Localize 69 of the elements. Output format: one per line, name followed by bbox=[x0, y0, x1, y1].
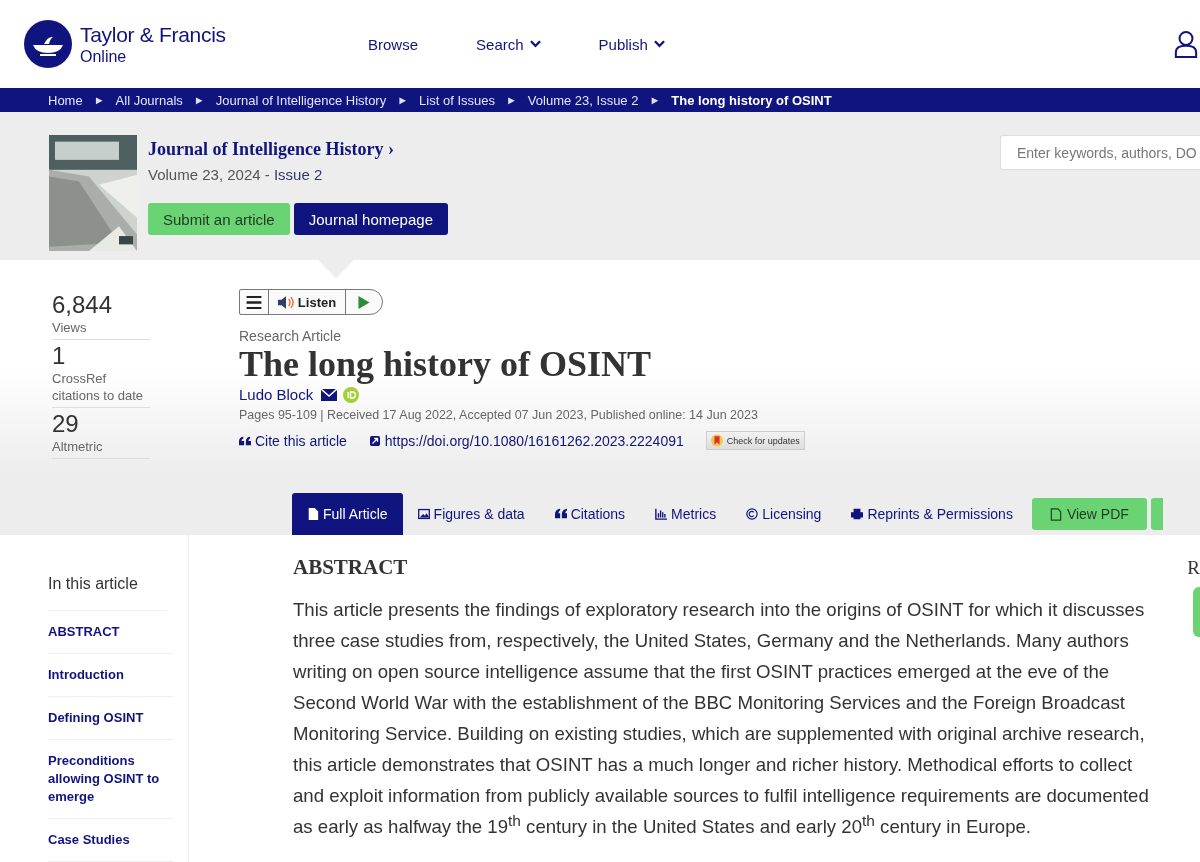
brand-subtitle[interactable]: Online bbox=[80, 48, 226, 65]
tab[interactable]: Licensing bbox=[731, 493, 837, 535]
toc-link[interactable]: Introduction bbox=[48, 654, 173, 697]
toc-link[interactable]: Preconditions allowing OSINT to emerge bbox=[48, 740, 173, 819]
side-heading: R bbox=[1187, 557, 1200, 579]
separator-icon: ► bbox=[193, 94, 205, 106]
brand-name[interactable]: Taylor & Francis bbox=[80, 23, 226, 45]
article-type: Research Article bbox=[239, 328, 342, 344]
breadcrumb-link[interactable]: Journal of Intelligence History bbox=[215, 92, 387, 108]
play-icon bbox=[358, 295, 370, 309]
menu-icon bbox=[246, 295, 262, 309]
author-link[interactable]: Ludo Block bbox=[239, 386, 314, 403]
speaker-icon bbox=[277, 295, 294, 309]
search-field[interactable]: Enter keywords, authors, DO bbox=[1000, 135, 1200, 170]
view-pdf-button[interactable]: View PDF bbox=[1031, 498, 1147, 530]
email-icon[interactable] bbox=[321, 388, 338, 401]
tab-icon bbox=[655, 508, 668, 520]
breadcrumb-link[interactable]: Volume 23, Issue 2 bbox=[527, 92, 639, 108]
tab-icon bbox=[554, 508, 567, 520]
nav-link[interactable]: Browse bbox=[368, 35, 419, 53]
external-link-icon bbox=[368, 435, 381, 446]
journal-button[interactable]: Submit an article bbox=[148, 203, 290, 235]
metric-value: 1 bbox=[52, 342, 67, 370]
separator-icon: ► bbox=[649, 94, 661, 106]
tab[interactable]: Reprints & Permissions bbox=[836, 493, 1028, 535]
check-updates-button[interactable]: Check for updates bbox=[705, 431, 805, 450]
tab[interactable]: Metrics bbox=[640, 493, 732, 535]
nav-link[interactable]: Search bbox=[476, 35, 541, 53]
article-title: The long history of OSINT bbox=[239, 344, 653, 384]
publication-info: Pages 95-109 | Received 17 Aug 2022, Accepted 07 Jun 2023, Published online: 14 Jun 2023 bbox=[239, 408, 759, 422]
tab-icon bbox=[851, 508, 864, 520]
separator-icon: ► bbox=[505, 94, 517, 106]
issue-info: Volume 23, 2024 - Issue 2 bbox=[148, 166, 324, 183]
tab-icon bbox=[417, 508, 430, 520]
bookmark-icon bbox=[710, 434, 723, 447]
metric-label: Views bbox=[52, 319, 88, 336]
doi-link[interactable]: https://doi.org/10.1080/16161262.2023.2224091 bbox=[368, 432, 684, 449]
breadcrumb-link[interactable]: Home bbox=[48, 92, 83, 108]
breadcrumb-link[interactable]: List of Issues bbox=[419, 92, 495, 108]
metric-label: Altmetric bbox=[52, 438, 104, 455]
abstract-text: This article presents the findings of exploratory research into the origins of OSINT for which it discusses three case studies from, respectively, the United States, Germany and the Netherlands. Many authors writing on open source intelligence assume that the first OSINT practices emerged at the eve of the Second World War with the establishment of the BBC Monitoring Services and the Foreign Broadcast Monitoring Service. Building on existing studies, which are supplemented with original archive research, this article demonstrates that OSINT has a much longer and richer history. Methodical efforts to collect and exploit information from publicly available sources to fulfil intelligence requirements are documented as early as halfway the 19$^{th}$ century in the United States and early 20$^{th}$ century in Europe. bbox=[293, 598, 1150, 839]
abstract-heading: ABSTRACT bbox=[293, 555, 409, 580]
tab-icon bbox=[746, 508, 759, 520]
separator-icon: ► bbox=[93, 94, 105, 106]
current-page[interactable]: The long history of OSINT bbox=[671, 92, 832, 108]
pdf-file-icon bbox=[1049, 507, 1062, 521]
metric-value: 29 bbox=[52, 410, 80, 438]
toc-link[interactable]: ABSTRACT bbox=[48, 611, 173, 654]
play-button[interactable] bbox=[345, 289, 383, 315]
metric-label: CrossRef citations to date bbox=[52, 370, 145, 404]
metric-value: 6,844 bbox=[52, 291, 114, 319]
toc-title: In this article bbox=[48, 575, 166, 611]
nav-link[interactable]: Publish bbox=[598, 35, 665, 53]
journal-button[interactable]: Journal homepage bbox=[293, 203, 448, 235]
journal-title-link[interactable]: Journal of Intelligence History › bbox=[148, 139, 448, 160]
quote-icon bbox=[239, 435, 251, 446]
tab[interactable]: Citations bbox=[539, 493, 641, 535]
listen-button[interactable]: Listen bbox=[268, 289, 346, 315]
tab[interactable]: Figures & data bbox=[402, 493, 540, 535]
tab[interactable]: Full Article bbox=[292, 493, 403, 535]
toc-link[interactable]: Defining OSINT bbox=[48, 697, 173, 740]
toc-link[interactable]: Case Studies bbox=[48, 819, 173, 862]
separator-icon: ► bbox=[397, 94, 409, 106]
logo-icon[interactable] bbox=[24, 20, 72, 68]
user-icon[interactable] bbox=[1174, 30, 1198, 58]
breadcrumb-link[interactable]: All Journals bbox=[115, 92, 183, 108]
tab-icon bbox=[307, 508, 319, 520]
cite-link[interactable]: Cite this article bbox=[239, 432, 347, 449]
menu-button[interactable] bbox=[239, 289, 269, 315]
